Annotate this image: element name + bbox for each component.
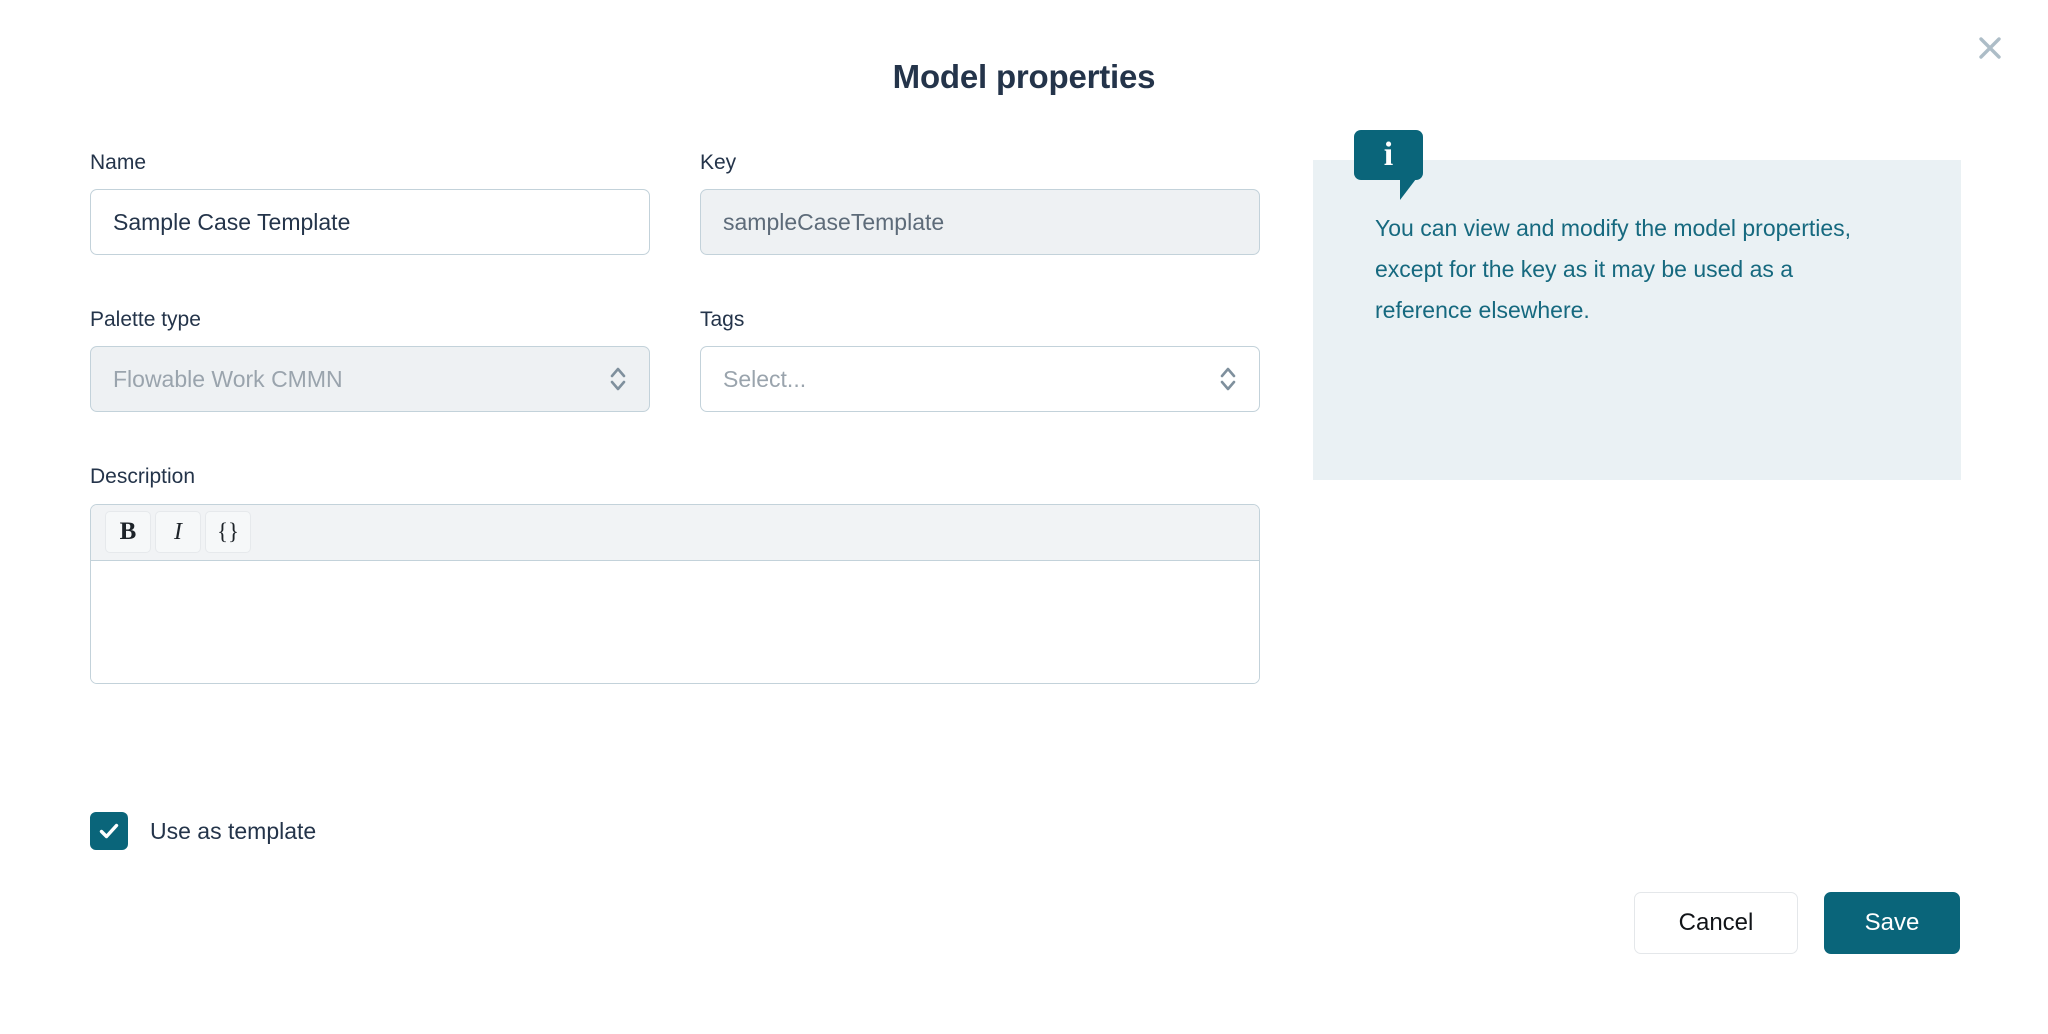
bold-button[interactable]: B bbox=[105, 511, 151, 553]
info-badge-glyph: i bbox=[1354, 130, 1423, 180]
description-label: Description bbox=[90, 464, 1260, 489]
key-input bbox=[700, 189, 1260, 255]
key-label: Key bbox=[700, 150, 1260, 175]
name-field-group: Name bbox=[90, 150, 650, 255]
tags-label: Tags bbox=[700, 307, 1260, 332]
palette-type-select: Flowable Work CMMN bbox=[90, 346, 650, 412]
use-as-template-label: Use as template bbox=[150, 818, 316, 845]
check-icon bbox=[97, 819, 121, 843]
info-panel-text: You can view and modify the model proper… bbox=[1375, 208, 1855, 331]
form-row-2: Palette type Flowable Work CMMN Tags Sel… bbox=[90, 307, 1260, 412]
save-button[interactable]: Save bbox=[1824, 892, 1960, 954]
key-field-group: Key bbox=[700, 150, 1260, 255]
palette-type-value: Flowable Work CMMN bbox=[113, 366, 343, 393]
description-textarea[interactable] bbox=[91, 561, 1259, 683]
editor-toolbar: B I {} bbox=[91, 505, 1259, 561]
form-row-1: Name Key bbox=[90, 150, 1260, 255]
use-as-template-checkbox[interactable] bbox=[90, 812, 128, 850]
palette-type-field-group: Palette type Flowable Work CMMN bbox=[90, 307, 650, 412]
italic-button[interactable]: I bbox=[155, 511, 201, 553]
tags-value: Select... bbox=[723, 366, 806, 393]
row-spacer bbox=[90, 255, 1260, 307]
name-label: Name bbox=[90, 150, 650, 175]
expression-braces-button[interactable]: {} bbox=[205, 511, 251, 553]
form-area: Name Key Palette type Flowable Work CMMN bbox=[90, 150, 1260, 684]
dialog-footer: Cancel Save bbox=[1634, 892, 1960, 954]
palette-type-select-wrap: Flowable Work CMMN bbox=[90, 346, 650, 412]
use-as-template-row: Use as template bbox=[90, 812, 316, 850]
tags-field-group: Tags Select... bbox=[700, 307, 1260, 412]
name-input[interactable] bbox=[90, 189, 650, 255]
description-field-group: Description B I {} bbox=[90, 464, 1260, 683]
tags-select-wrap: Select... bbox=[700, 346, 1260, 412]
tags-select[interactable]: Select... bbox=[700, 346, 1260, 412]
info-panel: i You can view and modify the model prop… bbox=[1313, 160, 1961, 480]
cancel-button[interactable]: Cancel bbox=[1634, 892, 1798, 954]
info-icon: i bbox=[1354, 130, 1423, 180]
page-title: Model properties bbox=[0, 58, 2048, 96]
model-properties-dialog: Model properties Name Key Palette type F… bbox=[0, 0, 2048, 1034]
description-editor: B I {} bbox=[90, 504, 1260, 684]
palette-type-label: Palette type bbox=[90, 307, 650, 332]
